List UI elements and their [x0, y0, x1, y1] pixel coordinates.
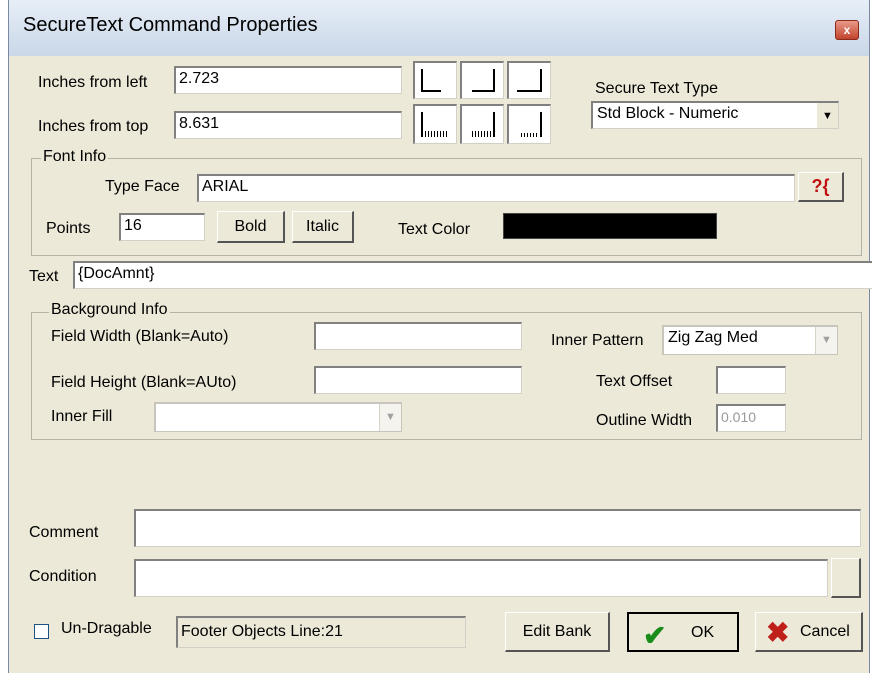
- type-face-help-button[interactable]: ?{: [798, 172, 844, 202]
- ok-label: OK: [691, 624, 715, 641]
- justify-right-icon: [540, 112, 542, 137]
- bold-button[interactable]: Bold: [217, 211, 285, 243]
- background-info-group-label: Background Info: [49, 301, 170, 319]
- window-title: SecureText Command Properties: [23, 14, 318, 36]
- checkmark-icon: ✔: [643, 620, 667, 651]
- justify-right-button[interactable]: [507, 104, 551, 144]
- condition-browse-button[interactable]: [831, 558, 861, 598]
- secure-text-type-value: Std Block - Numeric: [597, 105, 739, 122]
- undraggable-checkbox[interactable]: [34, 624, 49, 639]
- justify-left-button[interactable]: [413, 104, 457, 144]
- dialog-window: SecureText Command Properties x Inches f…: [8, 0, 872, 673]
- type-face-label: Type Face: [105, 178, 180, 195]
- ok-button[interactable]: ✔ OK: [627, 612, 739, 652]
- inner-pattern-label: Inner Pattern: [551, 332, 644, 349]
- secure-text-type-select[interactable]: Std Block - Numeric ▼: [591, 101, 839, 129]
- align-center-button[interactable]: [460, 61, 504, 99]
- align-right-button[interactable]: [507, 61, 551, 99]
- title-bar[interactable]: SecureText Command Properties x: [9, 0, 869, 56]
- x-icon: ✖: [766, 617, 790, 648]
- close-icon: x: [843, 23, 851, 37]
- edit-bank-label: Edit Bank: [522, 623, 592, 640]
- inner-pattern-select[interactable]: Zig Zag Med ▼: [662, 325, 838, 355]
- outline-width-input[interactable]: 0.010: [716, 404, 786, 432]
- justify-center-button[interactable]: [460, 104, 504, 144]
- points-label: Points: [46, 220, 91, 237]
- close-button[interactable]: x: [835, 20, 859, 40]
- outline-width-label: Outline Width: [596, 412, 693, 429]
- font-info-group: [31, 158, 862, 256]
- inches-from-left-input[interactable]: 2.723: [174, 66, 402, 94]
- dropdown-arrow-icon[interactable]: ▼: [379, 404, 401, 431]
- condition-label: Condition: [29, 568, 97, 585]
- inner-fill-select[interactable]: ▼: [154, 402, 402, 432]
- inches-from-left-label: Inches from left: [38, 74, 148, 91]
- align-right-icon: [540, 69, 542, 92]
- edit-bank-button[interactable]: Edit Bank: [505, 612, 610, 652]
- justify-right-icon-bars: [521, 133, 538, 137]
- comment-input[interactable]: [134, 509, 861, 547]
- text-label: Text: [29, 268, 59, 285]
- dropdown-arrow-icon[interactable]: ▼: [816, 103, 838, 128]
- justify-left-icon-bars: [425, 131, 448, 137]
- align-left-button[interactable]: [413, 61, 457, 99]
- inner-pattern-value: Zig Zag Med: [668, 329, 758, 346]
- field-height-input[interactable]: [314, 366, 522, 394]
- italic-button[interactable]: Italic: [292, 211, 354, 243]
- field-width-input[interactable]: [314, 322, 522, 350]
- italic-label: Italic: [306, 218, 339, 235]
- status-display: Footer Objects Line:21: [176, 616, 466, 648]
- points-input[interactable]: 16: [119, 213, 205, 241]
- align-left-icon: [421, 69, 423, 92]
- dialog-client: Inches from left 2.723 Inches from top 8…: [9, 56, 872, 673]
- dropdown-arrow-icon[interactable]: ▼: [815, 327, 837, 354]
- justify-center-icon: [493, 112, 495, 137]
- inner-fill-label: Inner Fill: [51, 408, 113, 425]
- undraggable-label: Un-Dragable: [61, 620, 152, 637]
- inches-from-top-input[interactable]: 8.631: [174, 111, 402, 139]
- align-left-icon-base: [421, 90, 441, 92]
- type-face-input[interactable]: ARIAL: [197, 174, 795, 202]
- field-height-label: Field Height (Blank=AUto): [51, 374, 237, 391]
- align-center-icon: [493, 69, 495, 92]
- inches-from-top-label: Inches from top: [38, 118, 149, 135]
- justify-center-icon-bars: [472, 131, 491, 137]
- field-width-label: Field Width (Blank=Auto): [51, 328, 229, 345]
- align-right-icon-base: [517, 90, 542, 92]
- bold-label: Bold: [234, 218, 267, 235]
- secure-text-type-label: Secure Text Type: [595, 80, 719, 97]
- comment-label: Comment: [29, 524, 99, 541]
- text-input[interactable]: {DocAmnt}: [73, 261, 872, 289]
- text-color-label: Text Color: [398, 221, 471, 238]
- text-offset-label: Text Offset: [596, 373, 673, 390]
- condition-input[interactable]: [134, 559, 828, 597]
- help-icon: ?{: [811, 176, 830, 196]
- justify-left-icon: [421, 112, 423, 137]
- cancel-button[interactable]: ✖ Cancel: [755, 612, 863, 652]
- align-center-icon-base: [472, 90, 495, 92]
- text-offset-input[interactable]: [716, 366, 786, 394]
- text-color-swatch[interactable]: [503, 213, 717, 239]
- font-info-group-label: Font Info: [41, 148, 109, 166]
- cancel-label: Cancel: [800, 623, 850, 640]
